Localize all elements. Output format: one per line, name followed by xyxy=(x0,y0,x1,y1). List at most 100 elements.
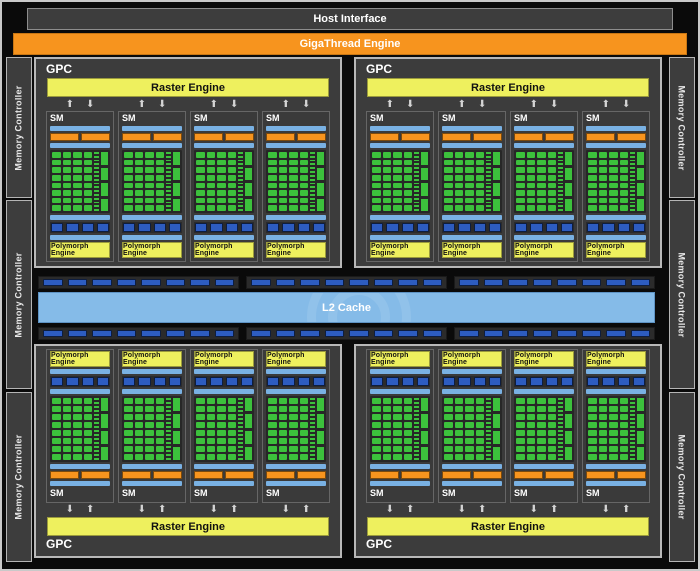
sm-label: SM xyxy=(50,113,64,123)
cuda-core xyxy=(382,430,391,436)
l2-block xyxy=(116,279,136,286)
interconnect-bar xyxy=(50,215,110,220)
polymorph-engine: Polymorph Engine xyxy=(194,351,254,367)
cache-bar xyxy=(122,369,182,374)
dispatch-units-row xyxy=(194,133,254,141)
raster-engine: Raster Engine xyxy=(367,517,649,536)
ldst-unit xyxy=(166,155,171,158)
cuda-core xyxy=(382,446,391,452)
ldst-unit xyxy=(630,167,635,170)
cuda-core xyxy=(299,190,308,196)
ldst-unit xyxy=(558,414,563,416)
ldst-unit xyxy=(630,155,635,158)
cuda-core xyxy=(609,205,618,211)
cuda-core xyxy=(73,414,82,420)
texture-unit xyxy=(210,223,223,232)
ldst-unit xyxy=(166,414,171,416)
raster-engine: Raster Engine xyxy=(47,78,329,97)
cuda-core xyxy=(403,430,412,436)
cuda-core xyxy=(124,430,133,436)
ldst-unit xyxy=(166,450,171,452)
cuda-core xyxy=(299,438,308,444)
cuda-core xyxy=(278,398,287,404)
cuda-core xyxy=(145,159,154,166)
cuda-core xyxy=(598,152,607,158)
ldst-unit xyxy=(166,163,171,166)
cuda-core xyxy=(134,414,143,420)
cuda-core xyxy=(134,152,143,158)
l2-block xyxy=(67,279,87,286)
texture-unit xyxy=(530,223,543,232)
sfu-unit xyxy=(317,198,324,211)
arrow-down-icon: ⬇ xyxy=(209,503,218,515)
sm-unit: Polymorph Engine SM xyxy=(438,349,506,503)
ldst-unit xyxy=(486,163,491,166)
cuda-core xyxy=(537,190,546,196)
cuda-core xyxy=(289,446,298,452)
cuda-core xyxy=(196,454,205,460)
cuda-core xyxy=(124,152,133,158)
cuda-core xyxy=(62,190,71,196)
sfu-unit xyxy=(493,183,500,196)
ldst-unit xyxy=(486,402,491,404)
cuda-core xyxy=(145,197,154,204)
ldst-unit xyxy=(486,438,491,440)
cuda-core xyxy=(403,167,412,173)
ldst-unit xyxy=(558,410,563,412)
core-column xyxy=(619,398,628,460)
ldst-unit xyxy=(238,438,243,440)
dispatch-unit xyxy=(50,471,79,479)
dispatch-unit xyxy=(545,133,574,141)
cuda-core xyxy=(403,406,412,412)
ldst-unit xyxy=(486,171,491,173)
cuda-core xyxy=(83,197,92,204)
ldst-unit xyxy=(310,152,315,154)
ldst-unit xyxy=(94,426,99,428)
cuda-core xyxy=(547,159,556,166)
cuda-core xyxy=(382,159,391,166)
ldst-unit xyxy=(166,398,171,400)
ldst-unit xyxy=(94,438,99,440)
sm-unit: Polymorph Engine SM xyxy=(582,349,650,503)
interconnect-bar xyxy=(514,389,574,394)
l2-block xyxy=(508,279,528,286)
sfu-unit xyxy=(637,446,644,460)
texture-unit xyxy=(96,223,109,232)
l2-block xyxy=(508,330,528,337)
cuda-core xyxy=(227,152,236,158)
ldst-unit xyxy=(94,174,99,177)
ldst-unit xyxy=(94,205,99,208)
cuda-core xyxy=(598,422,607,428)
cuda-core xyxy=(217,174,226,181)
arrow-pair: ⬇ ⬆ xyxy=(118,503,186,516)
polymorph-engine: Polymorph Engine xyxy=(442,351,502,367)
ldst-column xyxy=(486,152,491,211)
ldst-unit xyxy=(414,406,419,408)
cuda-core xyxy=(299,414,308,420)
texture-unit xyxy=(153,223,166,232)
cuda-core xyxy=(619,438,628,444)
ldst-unit xyxy=(558,458,563,460)
sfu-unit xyxy=(565,446,572,460)
interconnect-bar xyxy=(370,215,430,220)
l2-block-group xyxy=(454,276,655,289)
arrow-pair: ⬇ ⬆ xyxy=(46,503,114,516)
dispatch-unit xyxy=(401,471,430,479)
core-column xyxy=(547,152,556,211)
core-column xyxy=(124,152,133,211)
ldst-unit xyxy=(310,446,315,448)
ldst-unit xyxy=(414,163,419,166)
sm-label: SM xyxy=(194,488,208,498)
texture-unit xyxy=(602,223,615,232)
cuda-core xyxy=(124,197,133,204)
ldst-unit xyxy=(558,426,563,428)
ldst-unit xyxy=(630,159,635,162)
texture-unit xyxy=(416,223,429,232)
cuda-core xyxy=(475,190,484,196)
sm-unit: Polymorph Engine SM xyxy=(118,349,186,503)
l2-block-row-bottom xyxy=(38,327,655,340)
cuda-core xyxy=(537,406,546,412)
ldst-unit xyxy=(558,422,563,424)
cuda-core xyxy=(268,438,277,444)
cuda-core xyxy=(537,197,546,204)
